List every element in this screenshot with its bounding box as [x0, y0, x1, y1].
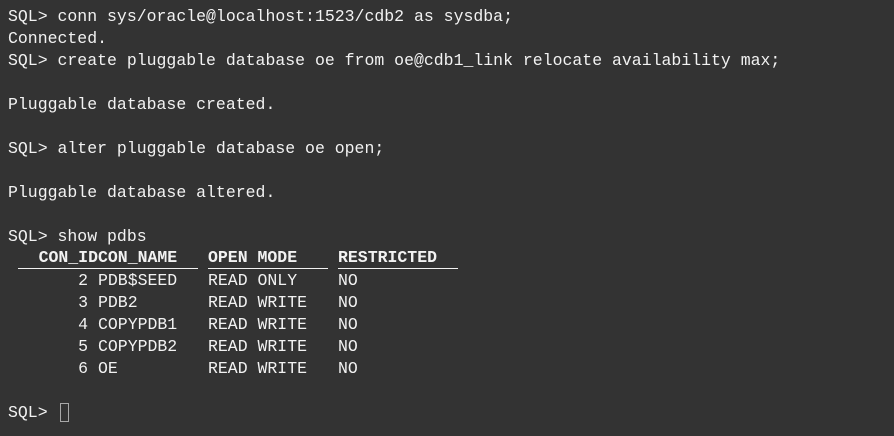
command-line: SQL> create pluggable database oe from o… — [8, 51, 781, 70]
cell-open-mode: READ WRITE — [208, 337, 308, 356]
command-line: SQL> conn sys/oracle@localhost:1523/cdb2… — [8, 7, 513, 26]
cell-con-id: 5 — [78, 337, 88, 356]
prompt-line[interactable]: SQL> — [8, 402, 894, 424]
cell-con-id: 3 — [78, 293, 88, 312]
output-line: Pluggable database altered. — [8, 183, 276, 202]
cell-restricted: NO — [338, 359, 358, 378]
cell-restricted: NO — [338, 337, 358, 356]
cell-con-name: PDB2 — [98, 293, 138, 312]
cell-con-name: PDB$SEED — [98, 271, 178, 290]
sql-prompt: SQL> — [8, 403, 58, 422]
cell-con-name: OE — [98, 359, 118, 378]
table-row: 3 PDB2 READ WRITE NO — [8, 292, 894, 314]
cell-open-mode: READ ONLY — [208, 271, 298, 290]
cell-restricted: NO — [338, 315, 358, 334]
table-row: 2 PDB$SEED READ ONLY NO — [8, 270, 894, 292]
cell-restricted: NO — [338, 271, 358, 290]
cell-con-id: 6 — [78, 359, 88, 378]
header-con-name: CON_NAME — [98, 248, 198, 269]
cell-con-name: COPYPDB2 — [98, 337, 178, 356]
cell-open-mode: READ WRITE — [208, 315, 308, 334]
output-line: Connected. — [8, 29, 108, 48]
header-con-id: CON_ID — [18, 248, 98, 269]
cursor-icon — [59, 403, 69, 422]
table-row: 6 OE READ WRITE NO — [8, 358, 894, 380]
cell-con-id: 2 — [78, 271, 88, 290]
cell-restricted: NO — [338, 293, 358, 312]
command-line: SQL> alter pluggable database oe open; — [8, 139, 385, 158]
cell-open-mode: READ WRITE — [208, 359, 308, 378]
cell-con-id: 4 — [78, 315, 88, 334]
header-open-mode: OPEN MODE — [208, 248, 328, 269]
pdbs-table-header: CON_ID CON_NAME OPEN MODE RESTRICTED — [8, 248, 894, 270]
header-restricted: RESTRICTED — [338, 248, 458, 269]
terminal-window[interactable]: SQL> conn sys/oracle@localhost:1523/cdb2… — [0, 0, 894, 436]
table-row: 5 COPYPDB2 READ WRITE NO — [8, 336, 894, 358]
output-line: Pluggable database created. — [8, 95, 276, 114]
cell-open-mode: READ WRITE — [208, 293, 308, 312]
table-row: 4 COPYPDB1 READ WRITE NO — [8, 314, 894, 336]
cell-con-name: COPYPDB1 — [98, 315, 178, 334]
command-line: SQL> show pdbs — [8, 227, 147, 246]
